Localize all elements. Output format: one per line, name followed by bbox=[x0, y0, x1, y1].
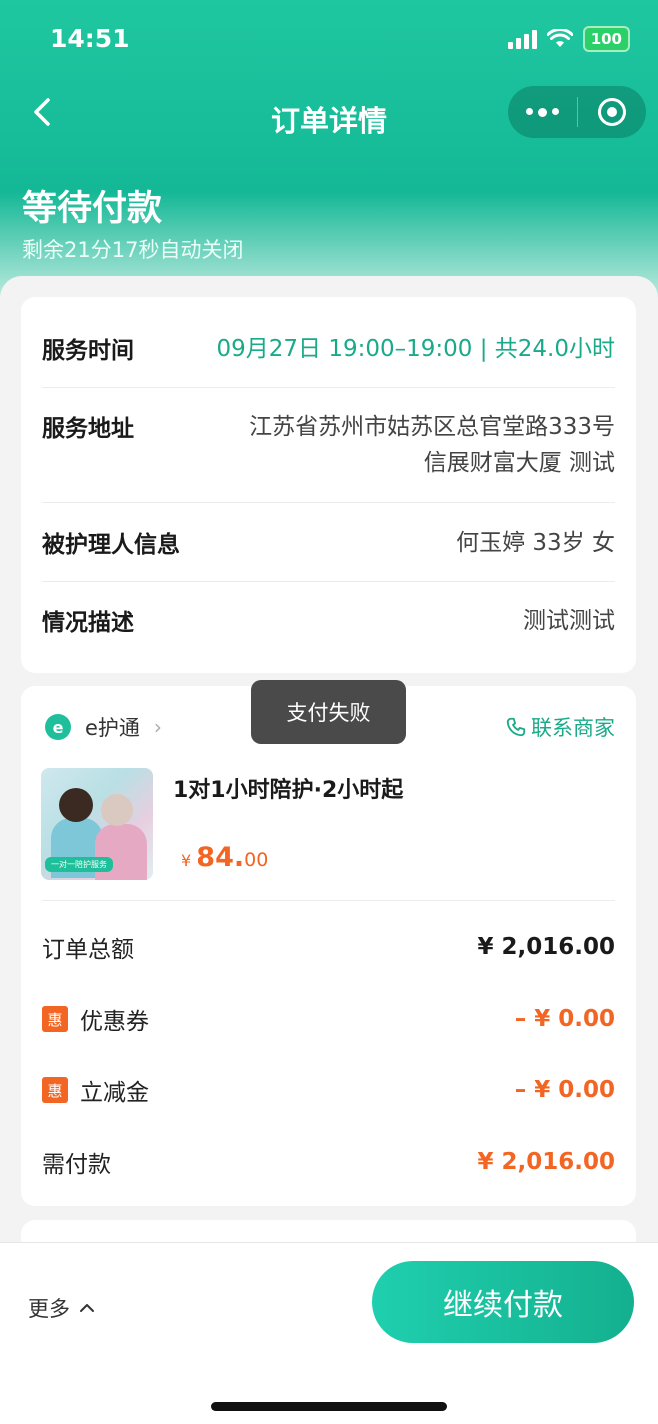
status-bar: 14:51 100 bbox=[0, 0, 658, 80]
signal-icon bbox=[507, 29, 537, 49]
more-options-button[interactable] bbox=[508, 86, 577, 138]
service-time-label: 服务时间 bbox=[42, 338, 134, 364]
coupon-value: – ¥ 0.00 bbox=[514, 1006, 615, 1032]
coupon-row[interactable]: 惠 优惠券 – ¥ 0.00 bbox=[42, 1002, 615, 1036]
product-name: 1对1小时陪护·2小时起 bbox=[173, 778, 404, 803]
patient-info-label: 被护理人信息 bbox=[42, 532, 180, 558]
bottom-action-bar: 更多 继续付款 bbox=[0, 1242, 658, 1424]
merchant-logo: e bbox=[45, 714, 71, 740]
instant-discount-row[interactable]: 惠 立减金 – ¥ 0.00 bbox=[42, 1073, 615, 1107]
phone-icon bbox=[506, 717, 526, 737]
more-dots-icon bbox=[525, 107, 559, 117]
contact-merchant-button[interactable]: 联系商家 bbox=[505, 712, 615, 742]
service-address-row: 服务地址 江苏省苏州市姑苏区总官堂路333号 信展财富大厦 测试 bbox=[42, 409, 615, 481]
description-row: 情况描述 测试测试 bbox=[42, 603, 615, 639]
chevron-up-icon bbox=[80, 1304, 94, 1312]
nav-bar: 订单详情 bbox=[0, 82, 658, 150]
order-status-title: 等待付款 bbox=[22, 189, 163, 229]
divider bbox=[42, 502, 615, 503]
payment-failed-toast: 支付失败 bbox=[251, 680, 406, 744]
close-miniapp-button[interactable] bbox=[578, 86, 647, 138]
order-card: e e护通 › 联系商家 一对一陪护服务 1对1小时陪护·2小时起 ¥ 84.0… bbox=[21, 686, 636, 1206]
order-total-label: 订单总额 bbox=[42, 937, 134, 963]
more-label: 更多 bbox=[28, 1297, 70, 1321]
patient-info-row: 被护理人信息 何玉婷 33岁 女 bbox=[42, 525, 615, 561]
product-price: ¥ 84.00 bbox=[181, 842, 269, 873]
description-value: 测试测试 bbox=[523, 608, 615, 634]
order-total-row: 订单总额 ¥ 2,016.00 bbox=[42, 930, 615, 964]
patient-info-value: 何玉婷 33岁 女 bbox=[456, 530, 615, 556]
divider bbox=[42, 581, 615, 582]
address-line-2: 信展财富大厦 测试 bbox=[423, 450, 615, 476]
discount-badge-icon: 惠 bbox=[42, 1077, 68, 1103]
battery-indicator: 100 bbox=[582, 26, 630, 52]
discount-badge-icon: 惠 bbox=[42, 1006, 68, 1032]
home-indicator bbox=[211, 1402, 447, 1411]
address-line-1: 江苏省苏州市姑苏区总官堂路333号 bbox=[249, 414, 615, 440]
target-icon bbox=[597, 98, 626, 126]
service-time-value: 09月27日 19:00–19:00 | 共24.0小时 bbox=[216, 336, 616, 362]
product-image[interactable]: 一对一陪护服务 bbox=[41, 768, 153, 880]
wifi-icon bbox=[546, 29, 573, 47]
order-total-value: ¥ 2,016.00 bbox=[477, 934, 615, 960]
merchant-name: e护通 bbox=[85, 716, 140, 740]
chevron-right-icon: › bbox=[153, 715, 162, 739]
merchant-link[interactable]: e e护通 › bbox=[45, 712, 162, 742]
instant-discount-label: 立减金 bbox=[80, 1080, 149, 1106]
order-countdown: 剩余21分17秒自动关闭 bbox=[22, 238, 244, 262]
continue-payment-button[interactable]: 继续付款 bbox=[372, 1261, 634, 1343]
divider bbox=[42, 900, 615, 901]
amount-due-value: ¥ 2,016.00 bbox=[477, 1149, 615, 1175]
amount-due-row: 需付款 ¥ 2,016.00 bbox=[42, 1145, 615, 1179]
more-button[interactable]: 更多 bbox=[28, 1293, 96, 1323]
contact-merchant-label: 联系商家 bbox=[531, 716, 615, 740]
service-info-card: 服务时间 09月27日 19:00–19:00 | 共24.0小时 服务地址 江… bbox=[21, 297, 636, 673]
service-address-label: 服务地址 bbox=[42, 416, 134, 442]
status-time: 14:51 bbox=[50, 24, 130, 53]
service-address-value: 江苏省苏州市姑苏区总官堂路333号 信展财富大厦 测试 bbox=[249, 409, 615, 481]
description-label: 情况描述 bbox=[42, 610, 134, 636]
divider bbox=[42, 387, 615, 388]
coupon-label: 优惠券 bbox=[80, 1009, 149, 1035]
product-image-tag: 一对一陪护服务 bbox=[45, 857, 113, 872]
amount-due-label: 需付款 bbox=[42, 1152, 111, 1178]
miniapp-capsule bbox=[508, 86, 646, 138]
instant-discount-value: – ¥ 0.00 bbox=[514, 1077, 615, 1103]
service-time-row: 服务时间 09月27日 19:00–19:00 | 共24.0小时 bbox=[42, 331, 615, 367]
